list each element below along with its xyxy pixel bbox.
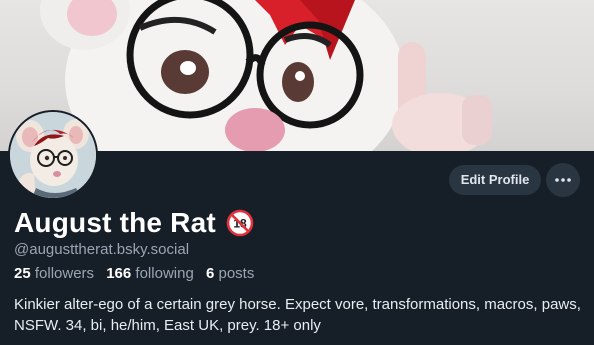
posts-label: posts [218, 265, 255, 282]
avatar-image [10, 112, 96, 198]
more-options-button[interactable] [546, 163, 580, 197]
following-link[interactable]: 166 following [106, 265, 194, 282]
posts-stat: 6 posts [206, 265, 254, 282]
following-label: following [135, 265, 194, 282]
avatar[interactable] [8, 110, 98, 200]
profile-bio: Kinkier alter-ego of a certain grey hors… [14, 296, 581, 334]
profile-stats: 25 followers 166 following 6 posts [14, 265, 262, 282]
no-under-18-icon: 18 [226, 209, 254, 237]
name-row: August the Rat 18 [14, 205, 254, 241]
followers-link[interactable]: 25 followers [14, 265, 94, 282]
edit-profile-button[interactable]: Edit Profile [449, 165, 541, 195]
profile-page: Edit Profile August the Rat 18 @augustth… [0, 0, 594, 345]
posts-count: 6 [205, 265, 215, 282]
followers-count: 25 [14, 265, 31, 282]
following-count: 166 [106, 265, 132, 282]
profile-handle: @augusttherat.bsky.social [14, 241, 190, 258]
display-name: August the Rat [14, 207, 216, 238]
followers-label: followers [34, 265, 95, 282]
ellipsis-icon [555, 178, 571, 182]
